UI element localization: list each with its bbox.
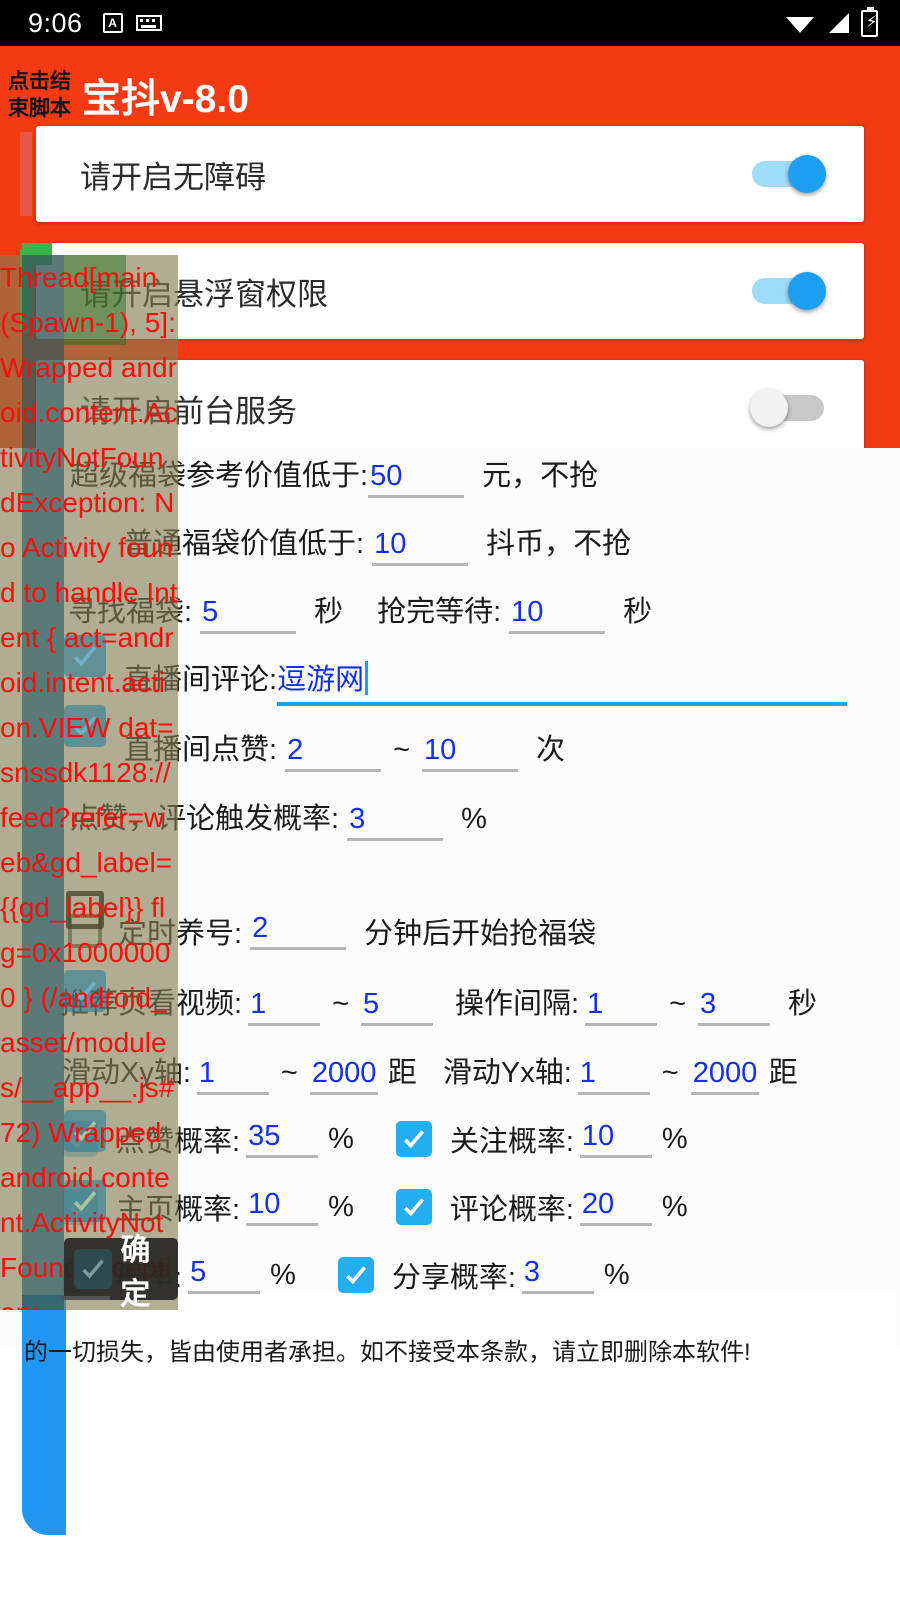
share-prob-checkbox[interactable] xyxy=(337,1257,374,1293)
share-prob-input[interactable]: 3 xyxy=(521,1256,594,1294)
like-prob-input[interactable]: 35 xyxy=(246,1120,319,1158)
range-separator: ~ xyxy=(280,1057,298,1089)
status-right-icons: ⚡ xyxy=(785,6,878,37)
check-icon xyxy=(403,1198,424,1217)
normal-lucky-value-input[interactable]: 10 xyxy=(372,528,469,566)
percent-sign-2: % xyxy=(661,1190,688,1223)
row-unit: % xyxy=(461,803,487,835)
prob-row: 点赞概率: 35 % 关注概率: 10 % xyxy=(62,1118,900,1160)
percent-sign: % xyxy=(270,1258,296,1291)
row-unit: 元，不抢 xyxy=(482,460,599,492)
toggle-knob xyxy=(750,389,788,427)
row-label-2: 操作间隔: xyxy=(455,988,580,1020)
text-caret xyxy=(365,661,369,695)
disclaimer-text: 的一切损失，皆由使用者承担。如不接受本条款，请立即删除本软件! xyxy=(24,1339,751,1366)
battery-charging-icon: ⚡ xyxy=(861,6,878,37)
swipe-y-min-input[interactable]: 1 xyxy=(577,1057,650,1095)
row-label-2: 关注概率: xyxy=(449,1126,574,1158)
app-badge-a-icon: A xyxy=(102,13,123,33)
check-icon xyxy=(345,1266,366,1285)
confirm-button-label[interactable]: 确定 xyxy=(120,1225,178,1313)
interval-min-input[interactable]: 1 xyxy=(585,988,658,1026)
recommend-min-input[interactable]: 1 xyxy=(248,988,321,1026)
log-exception-text: Thread[main (Spawn-1), 5]: Wrapped andro… xyxy=(0,262,178,1310)
toggle-knob xyxy=(788,155,826,193)
row-unit-2: 距 xyxy=(768,1057,798,1089)
row-normal-lucky-bag: 普通福袋价值低于: 10 抖币，不抢 xyxy=(124,520,900,566)
row-unit-2: 秒 xyxy=(623,596,653,628)
percent-sign-2: % xyxy=(603,1258,630,1291)
row-label-2: 抢完等待: xyxy=(377,596,502,628)
row-timer-nurture: 定时养号: 2 分钟后开始抢福袋 xyxy=(68,910,900,952)
confirm-checkbox-icon xyxy=(74,1249,113,1289)
toggle-knob xyxy=(788,272,826,310)
row-live-comment: 直播间评论: 逗游网 xyxy=(124,656,900,706)
floating-log-panel[interactable]: Thread[main (Spawn-1), 5]: Wrapped andro… xyxy=(0,255,178,1310)
row-find-lucky-bag: 寻找福袋: 5 秒 抢完等待: 10 秒 xyxy=(68,588,900,634)
row-unit: 分钟后开始抢福袋 xyxy=(364,918,597,950)
range-separator-2: ~ xyxy=(669,988,686,1020)
follow-prob-input[interactable]: 10 xyxy=(579,1120,652,1158)
swipe-x-min-input[interactable]: 1 xyxy=(196,1057,269,1095)
percent-sign: % xyxy=(328,1122,354,1155)
row-super-lucky-bag: 超级福袋参考价值低于: 50 元，不抢 xyxy=(70,452,900,498)
row-label-2: 评论概率: xyxy=(449,1194,574,1226)
row-unit: 次 xyxy=(536,734,566,766)
like-min-input[interactable]: 2 xyxy=(285,734,382,772)
comment-trigger-prob-input[interactable]: 3 xyxy=(347,803,444,841)
recommend-max-input[interactable]: 5 xyxy=(361,988,433,1026)
check-icon xyxy=(403,1130,424,1149)
cellular-signal-icon xyxy=(829,13,849,33)
follow-prob-checkbox[interactable] xyxy=(395,1121,432,1157)
status-clock: 9:06 xyxy=(28,7,83,38)
permission-label: 请开启无障碍 xyxy=(80,159,266,195)
status-bar: 9:06 A ⚡ xyxy=(0,0,900,46)
find-seconds-input[interactable]: 5 xyxy=(200,596,297,634)
range-separator-2: ~ xyxy=(661,1057,679,1089)
toggle-overlay[interactable] xyxy=(752,272,826,310)
bottom-card-accent xyxy=(22,1295,66,1535)
row-unit: 秒 xyxy=(314,596,344,628)
percent-sign: % xyxy=(328,1190,354,1223)
super-lucky-value-input[interactable]: 50 xyxy=(368,460,465,498)
permission-card-accessibility[interactable]: 请开启无障碍 xyxy=(20,126,864,222)
range-separator: ~ xyxy=(393,734,410,766)
accent-bar xyxy=(20,132,32,216)
row-label-2: 滑动Yx轴: xyxy=(442,1057,572,1089)
comment-prob-input[interactable]: 20 xyxy=(579,1188,652,1226)
homepage-prob-input[interactable]: 10 xyxy=(246,1188,319,1226)
range-separator: ~ xyxy=(332,988,349,1020)
row-unit: 距 xyxy=(387,1057,417,1089)
prob-row: 概率: 5 % 分享概率: 3 % xyxy=(62,1254,900,1296)
keyboard-icon xyxy=(135,15,162,31)
toggle-foreground-service[interactable] xyxy=(750,389,824,427)
toast-underline xyxy=(62,1296,110,1300)
like-max-input[interactable]: 10 xyxy=(422,734,518,772)
row-label-2: 分享概率: xyxy=(391,1262,516,1294)
live-comment-input[interactable]: 逗游网 xyxy=(277,656,848,706)
prob-row: 主页概率: 10 % 评论概率: 20 % xyxy=(62,1186,900,1228)
page-title: 宝抖v-8.0 xyxy=(82,78,249,121)
timer-minutes-input[interactable]: 2 xyxy=(250,912,347,950)
status-left-icons: A xyxy=(102,13,162,33)
row-unit-2: 秒 xyxy=(788,988,818,1020)
wait-seconds-input[interactable]: 10 xyxy=(509,596,606,634)
row-swipe-axes: 滑动Xy轴: 1 ~ 2000 距 滑动Yx轴: 1 ~ 2000 距 xyxy=(62,1049,900,1095)
swipe-x-max-input[interactable]: 2000 xyxy=(309,1057,378,1095)
confirm-dialog[interactable]: 确定 xyxy=(64,1234,178,1311)
row-recommend-video: 推荐页看视频: 1 ~ 5 操作间隔: 1 ~ 3 秒 xyxy=(60,980,900,1026)
other-prob-input[interactable]: 5 xyxy=(188,1256,261,1294)
percent-sign-2: % xyxy=(661,1122,688,1155)
row-unit: 抖币，不抢 xyxy=(486,528,632,560)
interval-max-input[interactable]: 3 xyxy=(698,988,770,1026)
row-comment-trigger-prob: 点赞，评论触发概率: 3 % xyxy=(70,795,900,841)
toggle-accessibility[interactable] xyxy=(752,155,826,193)
row-live-like: 直播间点赞: 2 ~ 10 次 xyxy=(124,726,900,772)
swipe-y-max-input[interactable]: 2000 xyxy=(690,1057,759,1095)
comment-prob-checkbox[interactable] xyxy=(395,1189,432,1225)
stop-script-label[interactable]: 点击结束脚本 xyxy=(8,68,76,122)
wifi-icon xyxy=(786,17,814,33)
